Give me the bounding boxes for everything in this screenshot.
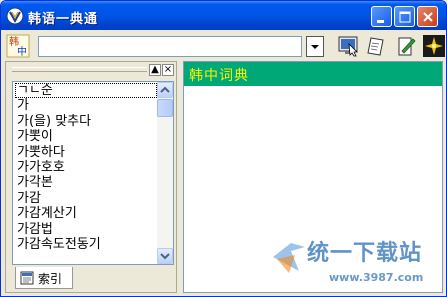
- app-logo-icon: [6, 7, 24, 25]
- list-item[interactable]: 가각본: [15, 175, 157, 190]
- scroll-down-button[interactable]: [157, 248, 173, 264]
- word-list[interactable]: ㄱㄴ순 가 가(을) 맞추다 가뽓이 가뽓하다 가가호호 가각본 가감 가감계산기 가감법 가감속도…: [12, 81, 174, 265]
- notes-button[interactable]: [365, 34, 389, 58]
- screen-capture-button[interactable]: [337, 34, 361, 58]
- pane-collapse-button[interactable]: ▲: [149, 64, 161, 76]
- window-title: 韩语一典通: [28, 12, 99, 27]
- pencil-paper-icon: [398, 37, 416, 56]
- pane-close-button[interactable]: ×: [162, 64, 174, 76]
- list-item[interactable]: 가(을) 맞추다: [15, 114, 157, 129]
- dictionary-title: 韩中词典: [189, 68, 249, 84]
- index-pane: ▲ × ㄱㄴ순 가 가(을) 맞추다 가뽓이 가뽓하다 가가호호 가각본 가감 가감계산기 가감법…: [5, 61, 177, 293]
- word-list-items: ㄱㄴ순 가 가(을) 맞추다 가뽓이 가뽓하다 가가호호 가각본 가감 가감계산기 가감법 가감속도…: [15, 83, 157, 252]
- scroll-thumb[interactable]: [157, 99, 173, 117]
- list-item[interactable]: 가감법: [15, 222, 157, 237]
- download-arrow-logo-icon: [273, 243, 305, 273]
- maximize-icon: [399, 11, 411, 23]
- chevron-down-icon: [311, 45, 319, 49]
- sparkle-icon: [423, 35, 445, 57]
- pane-grip-line: [12, 71, 147, 72]
- list-item[interactable]: 가뽓하다: [15, 145, 157, 160]
- list-item[interactable]: 가감속도전동기: [15, 237, 157, 252]
- svg-text:中: 中: [17, 45, 27, 58]
- edit-button[interactable]: [394, 34, 418, 58]
- list-item[interactable]: 가뽓이: [15, 129, 157, 144]
- minimize-icon: [377, 20, 384, 23]
- minimize-button[interactable]: [371, 6, 392, 27]
- watermark-text: 统一下载站: [307, 241, 423, 266]
- tab-index[interactable]: 索引: [15, 267, 73, 289]
- monitor-icon: [338, 36, 358, 57]
- notepad-icon: [367, 37, 384, 56]
- search-input[interactable]: [38, 36, 302, 57]
- settings-star-button[interactable]: [422, 34, 446, 58]
- search-dropdown-button[interactable]: [306, 36, 324, 57]
- maximize-button[interactable]: [394, 6, 415, 27]
- watermark-url: www.3987.com: [329, 271, 424, 284]
- korean-chinese-toggle-button[interactable]: 韩 中: [6, 34, 30, 58]
- close-icon: [423, 12, 433, 22]
- dictionary-header: 韩中词典: [184, 62, 442, 86]
- watermark: 统一下载站 www.3987.com: [269, 233, 444, 293]
- list-item[interactable]: 가감: [15, 191, 157, 206]
- list-item[interactable]: 가가호호: [15, 160, 157, 175]
- close-button[interactable]: [417, 6, 438, 27]
- title-bar[interactable]: 韩语一典通: [1, 1, 446, 30]
- app-window: 韩语一典通 韩 中 ▲ × ㄱㄴ순 가 가(을) 맞추다 가뽓이 가뽓하다 가가…: [0, 0, 447, 297]
- list-item[interactable]: 가감계산기: [15, 206, 157, 221]
- tab-index-label: 索引: [38, 272, 63, 286]
- index-book-icon: [20, 271, 34, 285]
- list-item[interactable]: ㄱㄴ순: [15, 83, 157, 99]
- korean-chinese-icon: 韩 中: [6, 34, 30, 58]
- index-pane-header[interactable]: ▲ ×: [6, 62, 176, 79]
- word-list-scrollbar[interactable]: [157, 82, 173, 264]
- toolbar: 韩 中: [1, 30, 446, 61]
- arrow-up-icon: [160, 86, 170, 93]
- scroll-up-button[interactable]: [157, 82, 173, 98]
- arrow-down-icon: [160, 253, 170, 260]
- list-item[interactable]: 가: [15, 98, 157, 113]
